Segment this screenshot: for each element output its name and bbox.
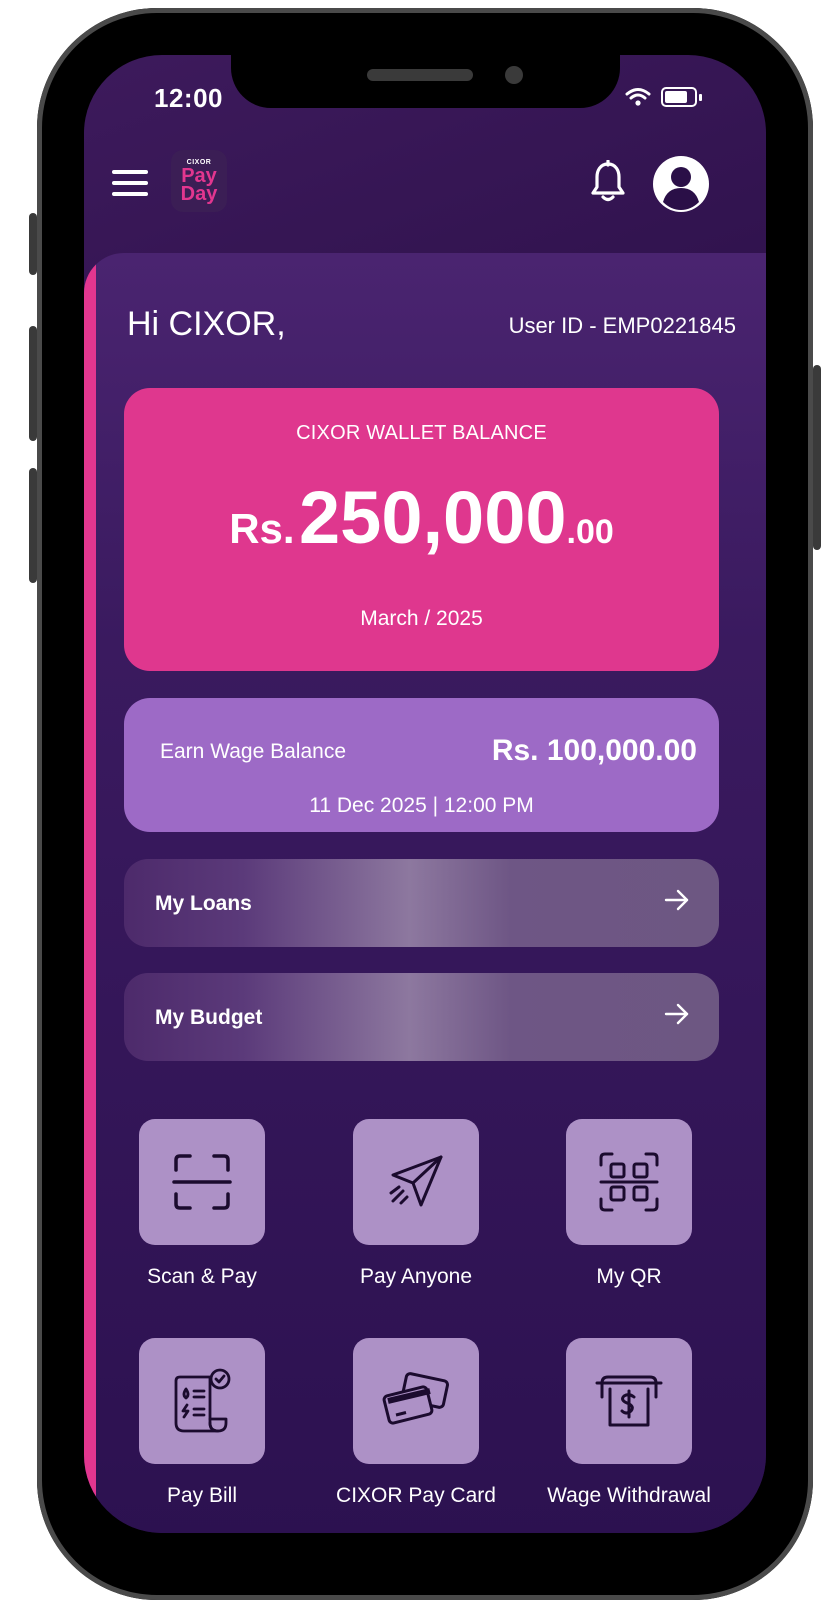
earn-wage-label: Earn Wage Balance <box>160 740 346 763</box>
arrow-right-icon <box>664 889 689 911</box>
scan-and-pay-action[interactable]: Scan & Pay <box>102 1119 302 1289</box>
wallet-amount-cents: .00 <box>566 513 614 551</box>
arrow-right-icon <box>664 1003 689 1025</box>
cixor-pay-card-action[interactable]: CIXOR Pay Card <box>316 1338 516 1508</box>
earn-wage-card[interactable]: Earn Wage Balance Rs. 100,000.00 11 Dec … <box>124 698 719 832</box>
app-logo: CIXOR Pay Day <box>171 150 227 212</box>
battery-icon <box>661 87 697 107</box>
wallet-balance-card[interactable]: CIXOR WALLET BALANCE Rs. 250,000.00 Marc… <box>124 388 719 671</box>
cards-icon <box>382 1372 449 1425</box>
greeting-text: Hi CIXOR, <box>127 305 286 343</box>
my-qr-tile[interactable] <box>566 1119 692 1245</box>
pay-anyone-label: Pay Anyone <box>359 1265 473 1288</box>
user-id: User ID - EMP0221845 <box>508 313 736 338</box>
paper-plane-icon <box>389 1155 443 1207</box>
cixor-pay-card-label: CIXOR Pay Card <box>336 1484 496 1507</box>
wifi-icon <box>625 88 651 106</box>
wage-withdrawal-tile[interactable] <box>566 1338 692 1464</box>
my-loans-button[interactable]: My Loans <box>124 859 719 947</box>
pay-bill-tile[interactable] <box>139 1338 265 1464</box>
my-budget-label: My Budget <box>155 1006 263 1029</box>
wallet-amount-main: 250,000 <box>299 476 567 559</box>
my-qr-action[interactable]: My QR <box>529 1119 729 1289</box>
phone-frame: 12:00 CIXOR Pay Day Hi CIXOR, User ID - … <box>29 8 821 1600</box>
status-icons <box>625 87 702 107</box>
wallet-currency: Rs. <box>229 505 295 552</box>
hamburger-menu-icon[interactable] <box>112 170 148 196</box>
bill-icon <box>174 1368 231 1433</box>
wage-withdrawal-action[interactable]: Wage Withdrawal <box>529 1338 729 1508</box>
front-camera <box>505 66 523 84</box>
pay-anyone-action[interactable]: Pay Anyone <box>316 1119 516 1289</box>
earn-wage-date: 11 Dec 2025 | 12:00 PM <box>309 794 534 817</box>
cixor-pay-card-tile[interactable] <box>353 1338 479 1464</box>
phone-volume-down <box>29 468 37 583</box>
my-qr-label: My QR <box>596 1265 662 1288</box>
my-loans-label: My Loans <box>155 892 252 915</box>
notification-bell-icon[interactable] <box>590 160 626 204</box>
logo-line2: Day <box>180 183 218 205</box>
cash-withdrawal-icon <box>595 1375 663 1427</box>
earn-wage-amount: Rs. 100,000.00 <box>491 734 697 767</box>
my-budget-button[interactable]: My Budget <box>124 973 719 1061</box>
phone-volume-up <box>29 326 37 441</box>
speaker-grille <box>367 69 473 81</box>
wallet-amount: Rs. 250,000.00 <box>124 481 719 555</box>
phone-power-button <box>813 365 821 550</box>
phone-silent-switch <box>29 213 37 275</box>
battery-tip <box>699 93 702 101</box>
qr-code-icon <box>599 1152 659 1212</box>
status-time: 12:00 <box>154 83 223 113</box>
scan-icon <box>172 1154 232 1210</box>
wallet-title: CIXOR WALLET BALANCE <box>296 422 547 444</box>
scan-and-pay-tile[interactable] <box>139 1119 265 1245</box>
wage-withdrawal-label: Wage Withdrawal <box>547 1484 711 1507</box>
panel-accent-bar <box>84 253 96 1533</box>
notch <box>231 55 620 108</box>
scan-and-pay-label: Scan & Pay <box>147 1265 257 1288</box>
pay-bill-action[interactable]: Pay Bill <box>102 1338 302 1508</box>
wallet-period: March / 2025 <box>360 607 483 630</box>
profile-avatar-icon[interactable] <box>652 155 710 213</box>
main-panel: Hi CIXOR, User ID - EMP0221845 CIXOR WAL… <box>84 253 766 1533</box>
pay-anyone-tile[interactable] <box>353 1119 479 1245</box>
app-screen: 12:00 CIXOR Pay Day Hi CIXOR, User ID - … <box>84 55 766 1533</box>
pay-bill-label: Pay Bill <box>166 1484 238 1507</box>
